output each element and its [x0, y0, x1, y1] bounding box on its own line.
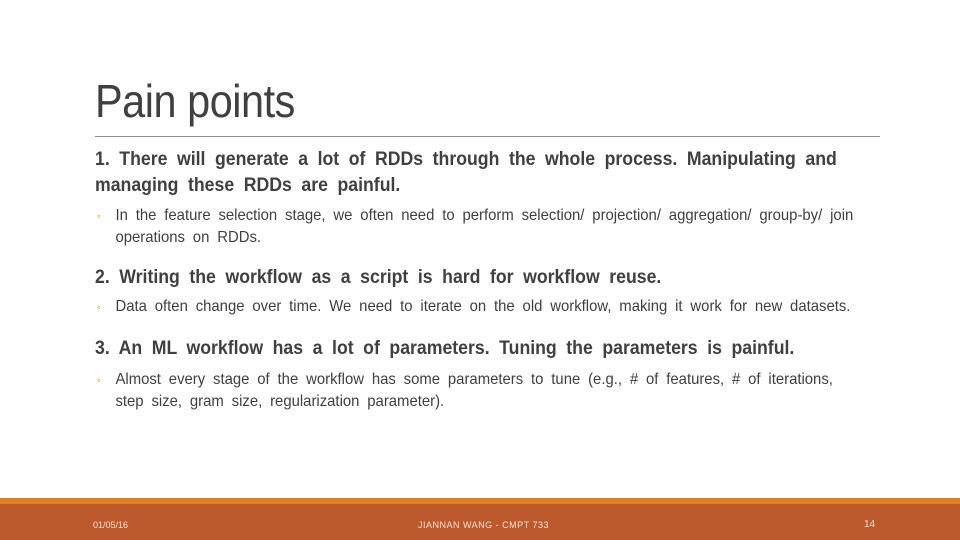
sub-point-2: ◦ Data often change over time. We need t…: [95, 296, 869, 318]
footer-bar: 01/05/16 JIANNAN WANG - CMPT 733 14: [0, 504, 960, 540]
sub-point-1-text: In the feature selection stage, we often…: [115, 207, 854, 246]
page-number: 14: [864, 519, 876, 530]
bullet-circle-icon: ◦: [96, 373, 101, 387]
bullet-circle-icon: ◦: [96, 209, 101, 223]
title-divider: [95, 136, 880, 137]
slide-content: 1. There will generate a lot of RDDs thr…: [95, 147, 860, 413]
sub-point-3: ◦ Almost every stage of the workflow has…: [95, 369, 869, 413]
footer-date: 01/05/16: [93, 520, 129, 530]
point-2: 2. Writing the workflow as a script is h…: [95, 267, 662, 288]
sub-point-2-text: Data often change over time. We need to …: [115, 298, 851, 315]
point-1: 1. There will generate a lot of RDDs thr…: [95, 149, 837, 196]
footer-author: JIANNAN WANG - CMPT 733: [418, 520, 550, 530]
point-3: 3. An ML workflow has a lot of parameter…: [95, 338, 795, 359]
sub-point-3-text: Almost every stage of the workflow has s…: [115, 371, 833, 410]
sub-point-1: ◦ In the feature selection stage, we oft…: [95, 205, 869, 249]
bullet-circle-icon: ◦: [96, 300, 101, 314]
slide-title: Pain points: [95, 75, 295, 127]
